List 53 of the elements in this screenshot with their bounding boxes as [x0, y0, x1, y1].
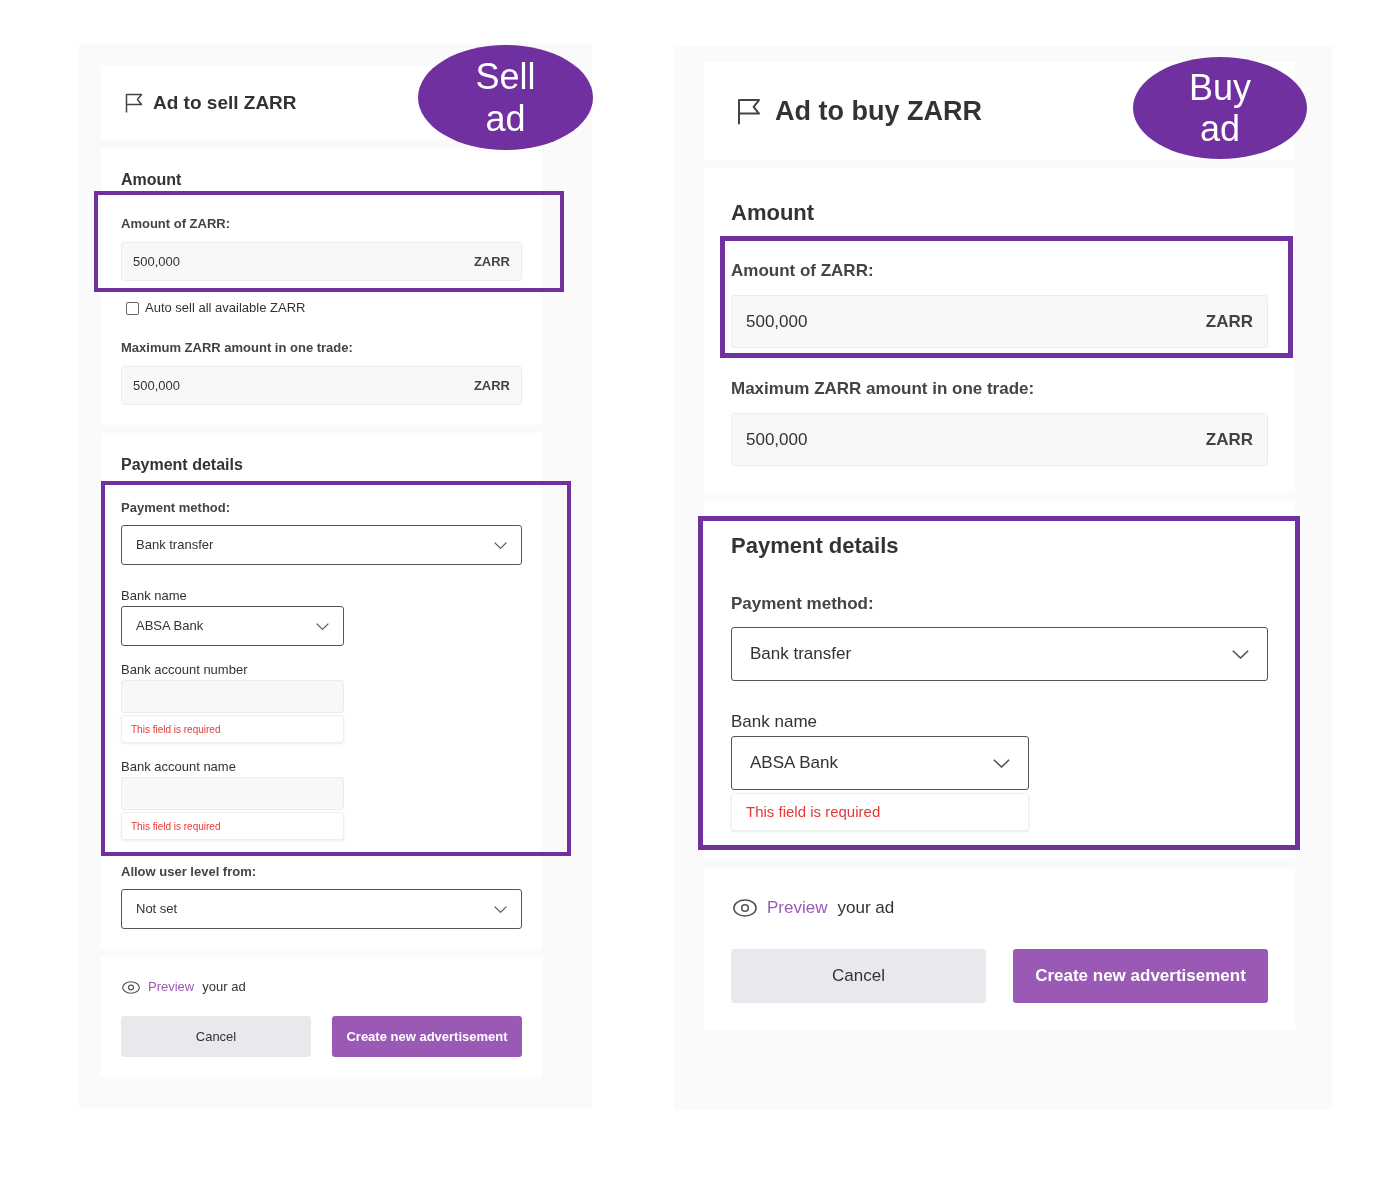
- chevron-icon: [494, 905, 507, 913]
- chevron-icon: [993, 758, 1010, 768]
- field-label: Allow user level from:: [121, 864, 257, 880]
- section-heading: Amount: [121, 170, 183, 190]
- field-label: Amount of ZARR:: [731, 260, 874, 282]
- create-button[interactable]: Create new advertisement: [332, 1016, 522, 1057]
- field-label: Bank account name: [121, 759, 236, 775]
- field-label: Amount of ZARR:: [121, 216, 231, 232]
- field-label: Bank account number: [121, 662, 248, 678]
- field-label: Maximum ZARR amount in one trade:: [731, 378, 1035, 400]
- eye-icon: [122, 980, 140, 994]
- field-label: Maximum ZARR amount in one trade:: [121, 340, 353, 356]
- cancel-button[interactable]: Cancel: [731, 949, 986, 1003]
- amount-input[interactable]: 500,000 ZARR: [121, 242, 522, 281]
- preview-text: your ad: [202, 979, 246, 995]
- dropdown-select[interactable]: Bank transfer: [731, 627, 1268, 681]
- dropdown-select[interactable]: ABSA Bank: [731, 736, 1029, 790]
- annotation-bubble: Sell ad: [418, 45, 593, 150]
- field-label: Bank name: [731, 711, 817, 733]
- flag-icon: [125, 93, 143, 113]
- ad-title: Ad to sell ZARR: [153, 91, 297, 115]
- section-heading: Payment details: [731, 532, 900, 560]
- chevron-icon: [1232, 649, 1249, 659]
- amount-input[interactable]: 500,000 ZARR: [121, 366, 522, 405]
- currency-label: ZARR: [1205, 310, 1253, 333]
- dropdown-select[interactable]: ABSA Bank: [121, 606, 344, 646]
- field-label: Bank name: [121, 588, 187, 604]
- currency-label: ZARR: [1205, 428, 1253, 451]
- section-heading: Amount: [731, 199, 816, 227]
- error-message: This field is required: [731, 793, 1029, 831]
- preview-text: your ad: [837, 897, 895, 919]
- dropdown-select[interactable]: Bank transfer: [121, 525, 522, 565]
- currency-label: ZARR: [473, 376, 510, 395]
- chevron-icon: [316, 622, 329, 630]
- preview-link[interactable]: Preview: [148, 979, 195, 995]
- section-heading: Payment details: [121, 455, 244, 475]
- chevron-icon: [494, 541, 507, 549]
- field-label: Payment method:: [731, 593, 874, 615]
- dropdown-select[interactable]: Not set: [121, 889, 522, 929]
- cancel-button[interactable]: Cancel: [121, 1016, 311, 1057]
- checkbox-label: Auto sell all available ZARR: [145, 300, 306, 316]
- error-message: This field is required: [121, 715, 344, 743]
- error-message: This field is required: [121, 812, 344, 840]
- amount-input[interactable]: 500,000 ZARR: [731, 413, 1268, 466]
- eye-icon: [733, 899, 757, 917]
- preview-link[interactable]: Preview: [767, 897, 828, 919]
- amount-input[interactable]: 500,000 ZARR: [731, 295, 1268, 348]
- create-button[interactable]: Create new advertisement: [1013, 949, 1268, 1003]
- field-label: Payment method:: [121, 500, 231, 516]
- flag-icon: [737, 97, 761, 125]
- ad-title: Ad to buy ZARR: [775, 95, 982, 127]
- currency-label: ZARR: [473, 252, 510, 271]
- checkbox[interactable]: [126, 301, 139, 315]
